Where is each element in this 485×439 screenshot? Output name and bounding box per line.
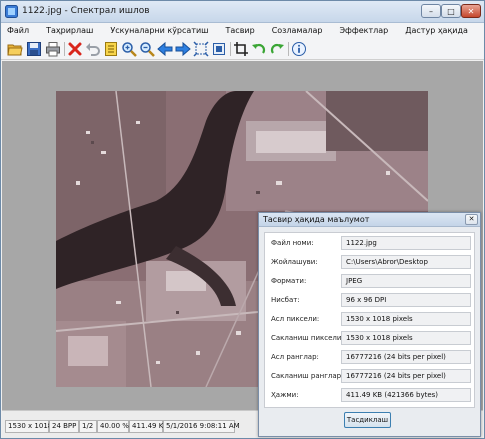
property-label: Нисбат: — [271, 296, 300, 304]
property-row: Ҳажми: 411.49 KB (421366 bytes) — [265, 385, 476, 407]
actual-size-icon[interactable] — [211, 41, 227, 57]
status-datetime: 5/1/2016 9:08:11 AM — [163, 420, 240, 433]
menu-file[interactable]: Файл — [7, 26, 29, 35]
property-label: Асл ранглар: — [271, 353, 319, 361]
undo-icon[interactable] — [85, 41, 101, 57]
menu-bar: Файл Таҳрирлаш Ускуналарни кўрсатиш Тасв… — [1, 23, 484, 38]
menu-effects[interactable]: Эффектлар — [339, 26, 388, 35]
print-icon[interactable] — [45, 41, 61, 57]
property-value[interactable]: 16777216 (24 bits per pixel) — [341, 369, 471, 383]
property-label: Ҳажми: — [271, 391, 299, 399]
image-info-dialog: Тасвир ҳақида маълумот ✕ Файл номи: 1122… — [258, 212, 481, 437]
dialog-title-bar[interactable]: Тасвир ҳақида маълумот ✕ — [259, 213, 480, 227]
rotate-right-icon[interactable] — [269, 41, 285, 57]
status-bpp: 24 BPP — [49, 420, 79, 433]
save-disk-icon[interactable] — [26, 41, 42, 57]
property-label: Сакланиш пиксели: — [271, 334, 344, 342]
document-icon[interactable] — [103, 41, 119, 57]
status-zoom: 40.00 % — [97, 420, 129, 433]
property-value[interactable]: 1122.jpg — [341, 236, 471, 250]
dialog-properties-panel: Файл номи: 1122.jpg Жойлашуви: C:\Users\… — [264, 232, 475, 408]
zoom-out-icon[interactable] — [139, 41, 155, 57]
property-label: Формати: — [271, 277, 307, 285]
info-icon[interactable] — [291, 41, 307, 57]
property-value[interactable]: 96 x 96 DPI — [341, 293, 471, 307]
open-folder-icon[interactable] — [7, 41, 23, 57]
property-label: Жойлашуви: — [271, 258, 318, 266]
app-icon — [5, 5, 18, 18]
minimize-button[interactable]: – — [421, 4, 441, 18]
menu-about[interactable]: Дастур ҳақида — [405, 26, 468, 35]
arrow-left-icon[interactable] — [157, 41, 173, 57]
property-label: Асл пиксели: — [271, 315, 320, 323]
status-filesize: 411.49 KB — [129, 420, 168, 433]
maximize-button[interactable]: □ — [441, 4, 461, 18]
toolbar-separator — [64, 42, 65, 56]
menu-edit[interactable]: Таҳрирлаш — [46, 26, 93, 35]
ok-button[interactable]: Тасдиклаш — [344, 412, 391, 428]
fit-icon[interactable] — [193, 41, 209, 57]
property-value[interactable]: JPEG — [341, 274, 471, 288]
window-title: 1122.jpg - Спектрал ишлов — [22, 6, 150, 16]
status-page: 1/2 — [79, 420, 97, 433]
menu-view[interactable]: Ускуналарни кўрсатиш — [110, 26, 208, 35]
title-bar[interactable]: 1122.jpg - Спектрал ишлов – □ ✕ — [1, 1, 484, 23]
property-label: Файл номи: — [271, 239, 314, 247]
status-dimensions: 1530 x 1018 — [5, 420, 52, 433]
toolbar-separator — [288, 42, 289, 56]
toolbar — [1, 38, 484, 60]
zoom-in-icon[interactable] — [121, 41, 137, 57]
close-button[interactable]: ✕ — [461, 4, 481, 18]
toolbar-separator — [230, 42, 231, 56]
property-value[interactable]: 16777216 (24 bits per pixel) — [341, 350, 471, 364]
property-label: Сакланиш ранглар: — [271, 372, 344, 380]
property-value[interactable]: 1530 x 1018 pixels — [341, 312, 471, 326]
property-value[interactable]: 1530 x 1018 pixels — [341, 331, 471, 345]
menu-settings[interactable]: Созламалар — [272, 26, 323, 35]
property-value[interactable]: 411.49 KB (421366 bytes) — [341, 388, 471, 402]
property-value[interactable]: C:\Users\Abror\Desktop — [341, 255, 471, 269]
dialog-title: Тасвир ҳақида маълумот — [263, 215, 370, 224]
crop-icon[interactable] — [233, 41, 249, 57]
dialog-close-button[interactable]: ✕ — [465, 214, 478, 225]
arrow-right-icon[interactable] — [175, 41, 191, 57]
menu-image[interactable]: Тасвир — [226, 26, 255, 35]
rotate-left-icon[interactable] — [251, 41, 267, 57]
delete-icon[interactable] — [67, 41, 83, 57]
